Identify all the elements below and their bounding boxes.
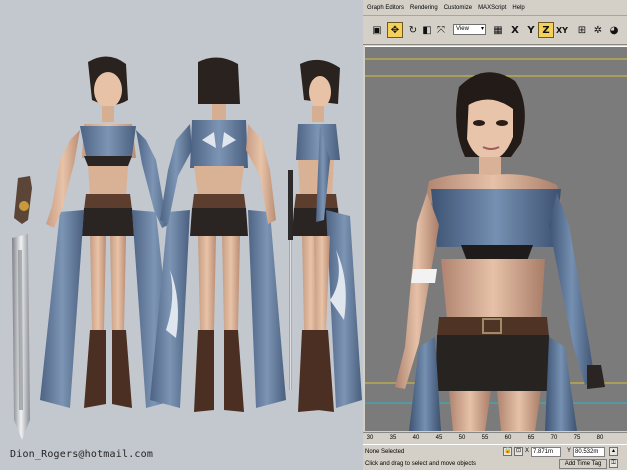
prompt-line: Click and drag to select and move object… [365,461,477,467]
lock-selection-icon[interactable]: 🔒 [503,447,512,456]
timeline-tick: 50 [458,435,466,441]
character-turnaround-panel: Dion_Rogers@hotmail.com [0,0,363,470]
menu-rendering[interactable]: Rendering [410,0,438,16]
key-filter-icon[interactable]: ⚿ [609,459,618,468]
figure-side-view [292,59,362,412]
x-coord-label: X [525,448,530,454]
menu-graph-editors[interactable]: Graph Editors [367,0,404,16]
pivot-center-icon[interactable]: ▦ [490,22,506,38]
mirror-icon[interactable]: ⊞ [574,22,590,38]
character-turnaround-art [12,56,362,440]
timeline-tick: 80 [596,435,604,441]
main-toolbar: ▣ ✥ ↻ ◧ ⤧ View ▦ X Y Z XY ⊞ ✲ ◕ [363,17,627,45]
timeline-tick: 60 [504,435,512,441]
status-bar: None Selected 🔒 ⊡ X 7.871m Y 80.532m ▴ C… [363,444,627,470]
timeline-tick: 35 [389,435,397,441]
timeline-tick: 65 [527,435,535,441]
reference-coordinate-dropdown[interactable]: View [453,24,486,35]
restrict-y-button[interactable]: Y [523,22,539,38]
x-coord-field[interactable]: 7.871m [531,447,561,457]
gear-icon[interactable]: ✲ [590,22,606,38]
restrict-xy-button[interactable]: XY [554,22,570,38]
select-and-manipulate-icon[interactable]: ⤧ [433,22,449,38]
timeline-tick: 55 [481,435,489,441]
sword-weapon [288,170,293,390]
max-application-window: Graph Editors Rendering Customize MAXScr… [363,0,627,470]
figure-back-view [150,57,286,412]
timeline-tick: 40 [412,435,420,441]
absolute-mode-icon[interactable]: ⊡ [514,447,523,456]
timeline-tick: 45 [435,435,443,441]
z-spinner-icon[interactable]: ▴ [609,447,618,456]
timeline-tick: 30 [366,435,374,441]
artist-watermark: Dion_Rogers@hotmail.com [10,449,154,460]
menu-bar: Graph Editors Rendering Customize MAXScr… [363,0,627,16]
select-and-move-icon[interactable]: ✥ [387,22,403,38]
perspective-viewport[interactable] [365,46,627,431]
timeline-tick: 70 [550,435,558,441]
menu-customize[interactable]: Customize [444,0,472,16]
viewport-character-render [365,58,627,431]
restrict-z-button[interactable]: Z [538,22,554,38]
timeline-tick: 75 [573,435,581,441]
y-coord-label: Y [567,448,572,454]
render-teapot-icon[interactable]: ◕ [606,22,622,38]
selection-status: None Selected [365,447,505,457]
menu-maxscript[interactable]: MAXScript [478,0,506,16]
gunblade-weapon [12,176,32,440]
y-coord-field[interactable]: 80.532m [573,447,605,457]
add-time-tag-button[interactable]: Add Time Tag [559,459,607,469]
menu-help[interactable]: Help [512,0,524,16]
restrict-x-button[interactable]: X [507,22,523,38]
select-by-name-icon[interactable]: ▣ [369,22,385,38]
